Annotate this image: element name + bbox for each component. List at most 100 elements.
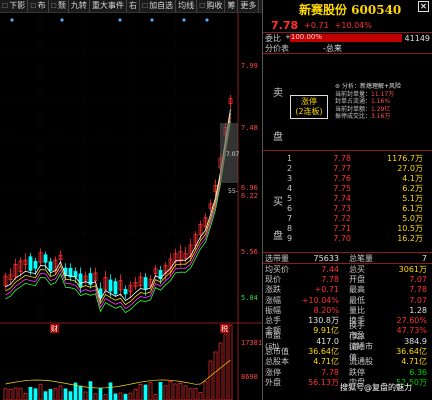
volume-bar: [213, 351, 218, 400]
volume-bar: [228, 324, 233, 400]
stat-value: 1.28: [409, 305, 427, 315]
price-row: 7.78 +0.71 +10.04%: [263, 18, 432, 32]
buy-block: 买 盘 1 7.78 1176.7万 2 7.77 27.0万 3 7.76 4.1万 4 7.75…: [263, 151, 432, 253]
volume-bar: [128, 392, 133, 400]
fenjia-total-dropdown[interactable]: -总来: [323, 43, 342, 54]
candle-body: [28, 256, 33, 271]
quote-stat-row: 涨跌 +0.71 最高 7.78: [263, 285, 432, 295]
toolbar-item[interactable]: 更多: [238, 0, 260, 12]
toolbar-item[interactable]: 筹: [225, 0, 239, 12]
candle-body: [143, 277, 148, 290]
candle-body: [33, 261, 38, 269]
watermark: 搜狐号@复盘的魅力: [338, 382, 414, 393]
fenjia-row[interactable]: 分价表 -总来: [263, 43, 432, 53]
price-marker: 55-: [228, 188, 238, 195]
volume-bar: [113, 393, 118, 400]
volume-bar: [103, 394, 108, 400]
volume-axis-label: 17381: [241, 339, 262, 347]
vol-label-2: 总笔量: [349, 253, 373, 263]
price-axis-label: 5.56: [241, 248, 258, 256]
buy-level-row[interactable]: 9 7.70 16.2万: [263, 233, 432, 243]
price-axis-label: 6.22: [241, 192, 258, 200]
buy-level-row[interactable]: 5 7.74 5.1万: [263, 193, 432, 203]
signal-diamond-icon: [182, 18, 186, 22]
toolbar-item[interactable]: 重大事件: [90, 0, 127, 12]
volume-bar: [83, 391, 88, 400]
quote-stat-row: 涨幅 +10.04% 最低 7.07: [263, 295, 432, 305]
quote-stat-row: 总市值 36.64亿 流通市值 36.64亿: [263, 342, 432, 362]
volume-bar: [98, 388, 103, 400]
volume-bar: [123, 393, 128, 400]
toolbar-item[interactable]: 下影: [0, 0, 29, 12]
stat-value: 6.36: [409, 367, 427, 377]
analysis-value: 3.16万: [371, 113, 391, 121]
volume-bar: [198, 392, 203, 400]
stat-value: 8.20%: [313, 305, 339, 315]
toolbar-item[interactable]: 均线: [176, 0, 198, 12]
toolbar-item[interactable]: 布: [28, 0, 49, 12]
toolbar-item[interactable]: 九转: [69, 0, 90, 12]
chart-toolbar: 下影布颓九转重大事件右加自选均线购收筹更多◀▶: [0, 0, 262, 13]
volume-bar: [58, 385, 63, 400]
volume-bar: [48, 389, 53, 400]
buy-price: 7.75: [333, 183, 351, 193]
volume-bar: [38, 383, 43, 400]
limit-up-streak: (2连板): [295, 107, 323, 116]
toolbar-item[interactable]: 右: [127, 0, 140, 12]
volume-bar: [193, 388, 198, 400]
limit-analysis: ⊛ 分析：新熄理解+风险 当前封单量：11.17万 封单占流通：1.16% 当前封单…: [335, 83, 401, 121]
signal-diamond-icon: [118, 18, 122, 22]
candle-body: [78, 273, 83, 288]
buy-price: 7.73: [333, 203, 351, 213]
kline-chart[interactable]: 7.99 7.48 6.966.22 5.56 5.04 17381 8690 7.07 55-…: [0, 13, 262, 400]
analysis-rows: 当前封单量：11.17万 封单占流通：1.16% 当前封单额：1.29亿 振停成交比：…: [335, 91, 401, 121]
weibi-label: 委比: [265, 33, 281, 43]
stat-value: 417.0: [316, 336, 339, 346]
price-marker: 7.07: [226, 151, 240, 158]
buy-level-row[interactable]: 7 7.72 5.0万: [263, 213, 432, 223]
weibi-value: +100.00%: [285, 33, 323, 41]
close-icon[interactable]: ✕: [418, 1, 429, 12]
buy-level-row[interactable]: 2 7.77 27.0万: [263, 163, 432, 173]
sell-label-1: 卖: [273, 88, 283, 99]
stat-value: 7.07: [409, 295, 427, 305]
buy-order-book: 1 7.78 1176.7万 2 7.77 27.0万 3 7.76 4.1万 4 7.75 6.2万…: [263, 153, 432, 243]
price-axis-label: 7.99: [241, 62, 258, 70]
quote-stat-row: 涨停 7.78 跌停 6.36: [263, 367, 432, 377]
volume-bar: [43, 391, 48, 400]
candle-body: [123, 288, 128, 295]
buy-level-row[interactable]: 1 7.78 1176.7万: [263, 153, 432, 163]
stat-value: +10.04%: [301, 295, 339, 305]
fenjia-label[interactable]: 分价表: [265, 43, 289, 54]
stat-value: 7.78: [409, 285, 427, 295]
candle-body: [73, 271, 78, 278]
stat-value: 4.71亿: [401, 357, 427, 367]
volume-bar: [138, 384, 143, 400]
signal-diamond-icon: [10, 18, 14, 22]
buy-level-row[interactable]: 8 7.71 10.5万: [263, 223, 432, 233]
volume-bar: [208, 360, 213, 400]
weibi-row: 委比 +100.00% 41149: [263, 33, 432, 43]
volume-bar: [78, 385, 83, 400]
kline-chart-area[interactable]: 下影布颓九转重大事件右加自选均线购收筹更多◀▶ 7.99 7.48 6.966.22…: [0, 0, 262, 400]
stat-value: 7.07: [409, 274, 427, 284]
analysis-value: 11.17万: [371, 90, 395, 98]
volume-bar: [68, 391, 73, 400]
buy-level: 7: [287, 213, 293, 223]
analysis-title-icon: ⊛: [335, 83, 341, 90]
volume-bar: [93, 393, 98, 400]
buy-level-row[interactable]: 4 7.75 6.2万: [263, 183, 432, 193]
stat-value: 7.78: [321, 367, 339, 377]
toolbar-item[interactable]: 颓: [49, 0, 69, 12]
quote-stat-row: 振幅 8.20% 量比 1.28: [263, 305, 432, 315]
buy-level: 3: [287, 173, 293, 183]
toolbar-item[interactable]: 加自选: [140, 0, 177, 12]
price-axis-label: 5.04: [241, 294, 258, 302]
buy-level-row[interactable]: 3 7.76 4.1万: [263, 173, 432, 183]
buy-label-2: 盘: [273, 231, 283, 242]
price-axis-label: 6.96: [241, 184, 258, 192]
buy-level-row[interactable]: 6 7.73 6.1万: [263, 203, 432, 213]
analysis-title-value: 新熄理解+风险: [359, 83, 401, 90]
quote-stat-row: 现价 7.78 开盘 7.07: [263, 274, 432, 284]
toolbar-item[interactable]: 购收: [197, 0, 226, 12]
